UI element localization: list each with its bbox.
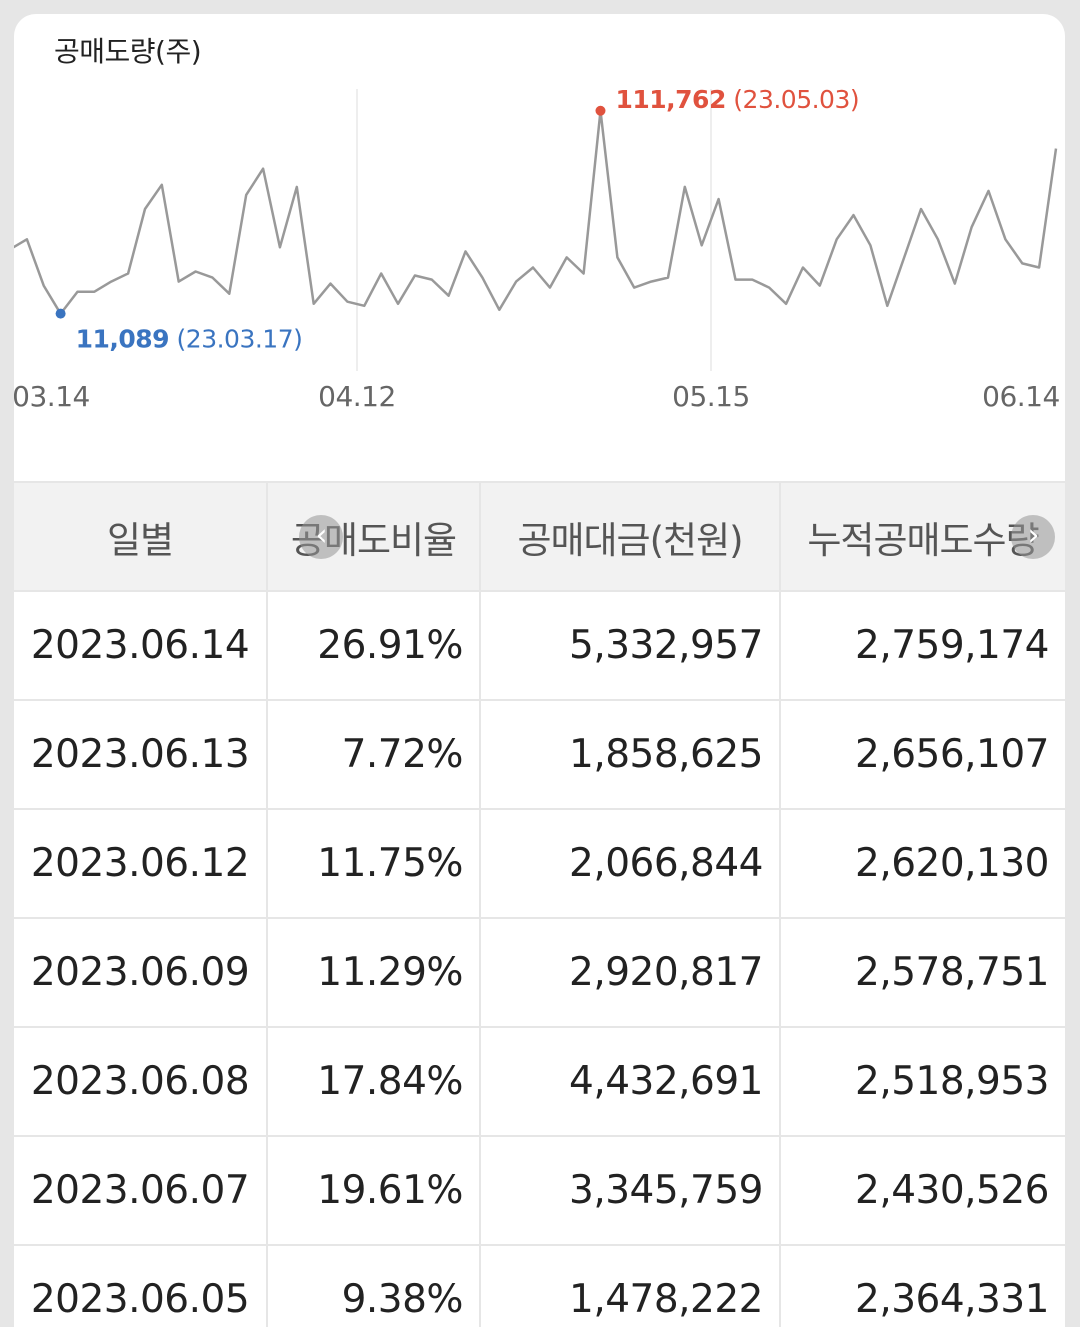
cell-short-ratio: 11.29% bbox=[266, 917, 481, 1028]
max-point-marker bbox=[595, 105, 606, 116]
table-row[interactable]: 2023.06.09 11.29% 2,920,817 2,578,751 bbox=[14, 917, 1065, 1028]
cell-short-amount: 2,920,817 bbox=[479, 917, 781, 1028]
cell-date: 2023.06.13 bbox=[14, 699, 268, 810]
x-tick-label: 03.14 bbox=[14, 380, 90, 413]
table-row[interactable]: 2023.06.07 19.61% 3,345,759 2,430,526 bbox=[14, 1135, 1065, 1246]
series-line bbox=[14, 109, 1058, 315]
daily-short-table[interactable]: 일별 공매도비율 ‹ 공매대금(천원) 누적공매도수량 › 2023.06.14… bbox=[14, 481, 1065, 1327]
cell-short-amount: 5,332,957 bbox=[479, 590, 781, 701]
min-point-marker bbox=[55, 308, 66, 319]
x-tick-label: 06.14 bbox=[982, 380, 1060, 413]
cell-cumulative-qty: 2,759,174 bbox=[779, 590, 1065, 701]
chevron-right-icon: › bbox=[1027, 518, 1040, 553]
scroll-right-button[interactable]: › bbox=[1011, 515, 1055, 559]
column-header-label: 누적공매도수량 bbox=[807, 518, 1039, 562]
table-row[interactable]: 2023.06.05 9.38% 1,478,222 2,364,331 bbox=[14, 1244, 1065, 1327]
cell-short-ratio: 17.84% bbox=[266, 1026, 481, 1137]
cell-short-amount: 2,066,844 bbox=[479, 808, 781, 919]
column-header-short-amount[interactable]: 공매대금(천원) bbox=[479, 481, 781, 592]
cell-date: 2023.06.07 bbox=[14, 1135, 268, 1246]
cell-cumulative-qty: 2,578,751 bbox=[779, 917, 1065, 1028]
cell-short-amount: 4,432,691 bbox=[479, 1026, 781, 1137]
cell-short-ratio: 26.91% bbox=[266, 590, 481, 701]
max-data-label: 111,762 (23.05.03) bbox=[615, 85, 859, 114]
cell-short-ratio: 9.38% bbox=[266, 1244, 481, 1327]
cell-short-ratio: 7.72% bbox=[266, 699, 481, 810]
cell-cumulative-qty: 2,620,130 bbox=[779, 808, 1065, 919]
cell-cumulative-qty: 2,430,526 bbox=[779, 1135, 1065, 1246]
cell-cumulative-qty: 2,656,107 bbox=[779, 699, 1065, 810]
table-row[interactable]: 2023.06.12 11.75% 2,066,844 2,620,130 bbox=[14, 808, 1065, 919]
x-tick-label: 05.15 bbox=[672, 380, 750, 413]
table-header-row: 일별 공매도비율 ‹ 공매대금(천원) 누적공매도수량 › bbox=[14, 481, 1065, 592]
cell-short-amount: 1,858,625 bbox=[479, 699, 781, 810]
cell-cumulative-qty: 2,518,953 bbox=[779, 1026, 1065, 1137]
x-tick-label: 04.12 bbox=[318, 380, 396, 413]
table-row[interactable]: 2023.06.08 17.84% 4,432,691 2,518,953 bbox=[14, 1026, 1065, 1137]
cell-date: 2023.06.14 bbox=[14, 590, 268, 701]
min-data-label: 11,089 (23.03.17) bbox=[76, 325, 303, 354]
cell-date: 2023.06.08 bbox=[14, 1026, 268, 1137]
column-header-short-ratio[interactable]: 공매도비율 ‹ bbox=[266, 481, 481, 592]
scroll-left-button[interactable]: ‹ bbox=[299, 515, 343, 559]
cell-date: 2023.06.05 bbox=[14, 1244, 268, 1327]
table-row[interactable]: 2023.06.13 7.72% 1,858,625 2,656,107 bbox=[14, 699, 1065, 810]
cell-date: 2023.06.12 bbox=[14, 808, 268, 919]
short-volume-line-chart: 03.14 04.12 05.15 06.14 111,762 (23.05.03) 11… bbox=[14, 85, 1060, 413]
table-row[interactable]: 2023.06.14 26.91% 5,332,957 2,759,174 bbox=[14, 590, 1065, 701]
cell-date: 2023.06.09 bbox=[14, 917, 268, 1028]
cell-short-ratio: 11.75% bbox=[266, 808, 481, 919]
chevron-left-icon: ‹ bbox=[315, 518, 328, 553]
cell-short-amount: 3,345,759 bbox=[479, 1135, 781, 1246]
short-selling-card: 공매도량(주) 03.14 04.12 05.15 06.14 111,762 (23.… bbox=[14, 14, 1065, 1327]
cell-cumulative-qty: 2,364,331 bbox=[779, 1244, 1065, 1327]
column-header-cumulative-qty[interactable]: 누적공매도수량 › bbox=[779, 481, 1065, 592]
cell-short-ratio: 19.61% bbox=[266, 1135, 481, 1246]
cell-short-amount: 1,478,222 bbox=[479, 1244, 781, 1327]
column-header-date[interactable]: 일별 bbox=[14, 481, 268, 592]
